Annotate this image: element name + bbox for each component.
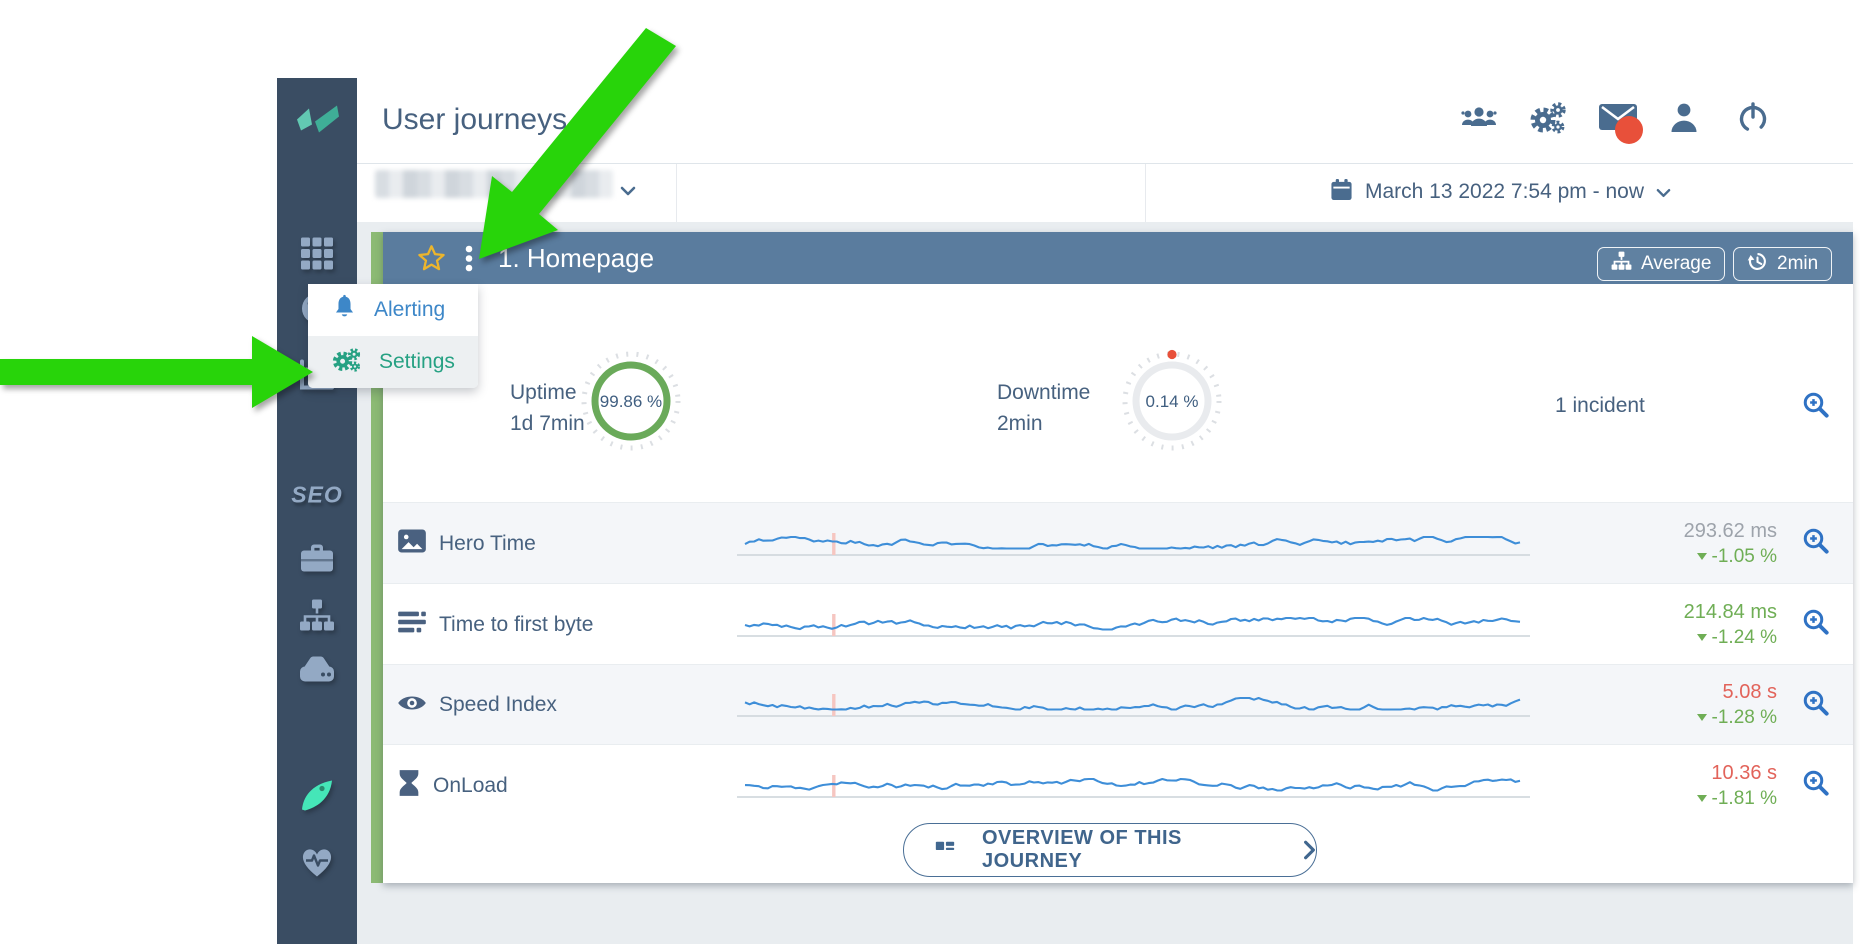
kebab-menu-icon[interactable] (464, 245, 474, 278)
average-label: Average (1641, 253, 1711, 275)
metric-label: Time to first byte (439, 613, 593, 637)
downtime-label: Downtime (997, 377, 1090, 408)
person-icon[interactable] (1666, 101, 1702, 140)
metric-label: OnLoad (433, 774, 508, 798)
metric-values: 293.62 ms -1.05 % (1684, 518, 1777, 570)
team-icon[interactable] (1460, 101, 1498, 140)
sidebar-item-heartbeat-icon[interactable] (298, 844, 336, 885)
metric-row: Hero Time 293.62 ms -1.05 % (383, 502, 1853, 584)
trend-down-icon (1697, 714, 1707, 721)
downtime-gauge: 0.14 % (1117, 346, 1227, 461)
metric-delta: -1.28 % (1712, 707, 1777, 728)
metric-values: 5.08 s -1.28 % (1697, 679, 1777, 731)
interval-button[interactable]: 2min (1733, 247, 1832, 281)
metric-value: 293.62 ms (1684, 518, 1777, 544)
overview-journey-button[interactable]: OVERVIEW OF THIS JOURNEY (903, 823, 1317, 877)
uptime-percentage: 99.86 % (576, 392, 686, 412)
sidebar-item-grid-icon[interactable] (299, 236, 335, 277)
logo-leaves-icon[interactable] (291, 103, 343, 144)
incident-count: 1 incident (1555, 394, 1645, 418)
page-title: User journeys (382, 103, 567, 137)
chevron-down-icon (1656, 180, 1671, 204)
menu-item-label: Alerting (374, 298, 445, 322)
notification-dot (1615, 116, 1643, 144)
date-range-label: March 13 2022 7:54 pm - now (1365, 180, 1644, 204)
metric-row: Time to first byte 214.84 ms -1.24 % (383, 583, 1853, 665)
trend-down-icon (1697, 795, 1707, 802)
annotation-arrow-right (0, 336, 313, 408)
metric-delta: -1.81 % (1712, 788, 1777, 809)
zoom-in-icon[interactable] (1801, 526, 1831, 561)
sidebar-item-server-icon[interactable] (298, 656, 336, 689)
journey-panel-header: 1. Homepage Average (383, 232, 1853, 284)
dashboard-icon (934, 839, 956, 861)
zoom-in-icon[interactable] (1801, 768, 1831, 803)
sparkline-chart (737, 524, 1530, 564)
metric-row: OnLoad 10.36 s -1.81 % (383, 744, 1853, 826)
sparkline-chart (737, 605, 1530, 645)
zoom-in-icon[interactable] (1801, 688, 1831, 723)
history-icon (1747, 251, 1768, 278)
metric-values: 10.36 s -1.81 % (1697, 760, 1777, 812)
metric-values: 214.84 ms -1.24 % (1684, 599, 1777, 651)
metric-label: Speed Index (439, 693, 557, 717)
metric-delta: -1.05 % (1712, 546, 1777, 567)
uptime-duration: 1d 7min (510, 408, 585, 439)
uptime-label: Uptime (510, 377, 585, 408)
zoom-in-icon[interactable] (1801, 607, 1831, 642)
downtime-stat: Downtime 2min (997, 377, 1090, 439)
menu-item-settings[interactable]: Settings (308, 336, 478, 388)
hourglass-icon (397, 769, 421, 802)
chevron-right-icon (1303, 840, 1316, 860)
bars-icon (397, 609, 427, 640)
metric-row: Speed Index 5.08 s -1.28 % (383, 664, 1853, 745)
sparkline-chart (737, 685, 1530, 725)
chevron-down-icon[interactable] (620, 183, 636, 201)
sidebar-item-rocket-icon[interactable] (299, 779, 335, 818)
gears-icon[interactable] (1528, 101, 1568, 140)
toolbar-divider (1145, 164, 1146, 222)
eye-icon (397, 691, 427, 720)
sparkline-chart (737, 766, 1530, 806)
metric-delta: -1.24 % (1712, 627, 1777, 648)
gears-icon (332, 346, 362, 379)
date-range-selector[interactable]: March 13 2022 7:54 pm - now (1330, 172, 1671, 212)
favorite-star-icon[interactable] (417, 244, 446, 277)
sidebar-item-sitemap-icon[interactable] (299, 599, 335, 638)
sidebar-item-briefcase-icon[interactable] (299, 543, 335, 580)
journey-title: 1. Homepage (498, 243, 654, 274)
sidebar-nav: SEO (277, 78, 357, 944)
metric-value: 214.84 ms (1684, 599, 1777, 625)
image-icon (397, 528, 427, 559)
trend-down-icon (1697, 553, 1707, 560)
uptime-gauge: 99.86 % (576, 346, 686, 461)
journey-panel: 1. Homepage Average (383, 232, 1853, 883)
metric-value: 10.36 s (1697, 760, 1777, 786)
menu-item-alerting[interactable]: Alerting (308, 284, 478, 336)
calendar-icon (1330, 178, 1353, 207)
metric-value: 5.08 s (1697, 679, 1777, 705)
trend-down-icon (1697, 634, 1707, 641)
sitemap-icon (1611, 251, 1632, 277)
journey-context-menu: Alerting Settings (308, 284, 478, 388)
bell-icon (332, 294, 357, 327)
zoom-in-icon[interactable] (1801, 390, 1831, 425)
toolbar-divider (676, 164, 677, 222)
metric-label: Hero Time (439, 532, 536, 556)
downtime-percentage: 0.14 % (1117, 392, 1227, 412)
uptime-stat: Uptime 1d 7min (510, 377, 585, 439)
sidebar-item-seo[interactable]: SEO (291, 482, 343, 509)
power-icon[interactable] (1736, 101, 1770, 140)
menu-item-label: Settings (379, 350, 455, 374)
overview-journey-label: OVERVIEW OF THIS JOURNEY (982, 827, 1277, 873)
downtime-duration: 2min (997, 408, 1090, 439)
app-window: User journeys (0, 0, 1860, 944)
account-selector-redacted[interactable] (375, 170, 613, 198)
average-mode-button[interactable]: Average (1597, 247, 1725, 281)
interval-label: 2min (1777, 253, 1818, 275)
